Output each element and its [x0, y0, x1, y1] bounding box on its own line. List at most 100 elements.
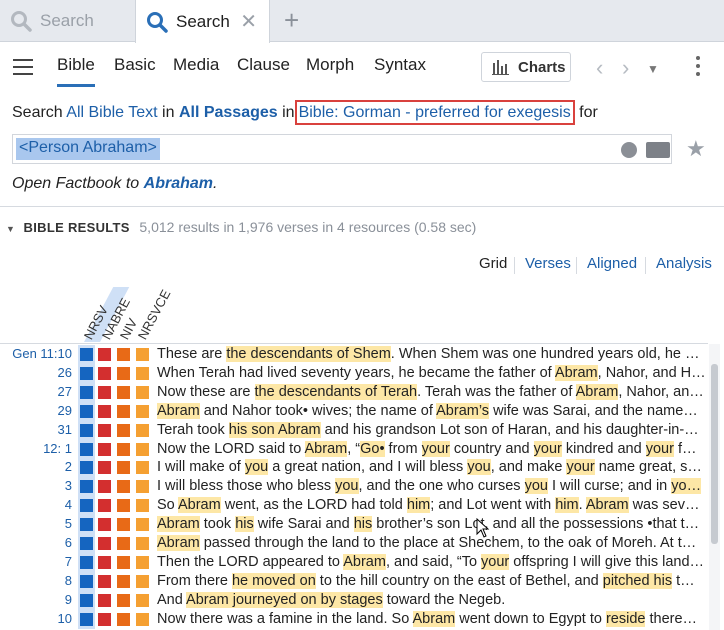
- verse-text[interactable]: Now these are the descendants of Terah. …: [157, 383, 706, 400]
- niv-cell[interactable]: [117, 499, 130, 513]
- verse-reference[interactable]: 7: [65, 554, 72, 569]
- nrsvce-cell[interactable]: [136, 518, 149, 532]
- result-row[interactable]: 29 Abram and Nahor took• wives; the name …: [0, 401, 708, 421]
- nrsv-cell[interactable]: [80, 461, 93, 475]
- tab-media[interactable]: Media: [173, 55, 219, 75]
- factbook-link[interactable]: Abraham: [144, 175, 213, 192]
- new-tab-icon[interactable]: +: [284, 5, 299, 36]
- verse-reference[interactable]: 2: [65, 459, 72, 474]
- menu-icon[interactable]: [13, 59, 33, 75]
- verse-reference[interactable]: 5: [65, 516, 72, 531]
- nrsv-cell[interactable]: [80, 442, 93, 456]
- view-verses[interactable]: Verses: [525, 255, 571, 272]
- verse-text[interactable]: I will bless those who bless you, and th…: [157, 478, 706, 495]
- result-row[interactable]: 8 From there he moved on to the hill coun…: [0, 571, 708, 591]
- verse-reference[interactable]: 10: [58, 611, 72, 626]
- column-header-nrsvce[interactable]: NRSVCE: [135, 287, 174, 342]
- passages-link[interactable]: All Passages: [179, 104, 278, 121]
- nrsv-cell[interactable]: [80, 480, 93, 494]
- nrsvce-cell[interactable]: [136, 574, 149, 588]
- niv-cell[interactable]: [117, 555, 130, 569]
- niv-cell[interactable]: [117, 442, 130, 456]
- tab-search-active[interactable]: Search ✕: [135, 0, 270, 43]
- result-row[interactable]: 6 Abram passed through the land to the pl…: [0, 534, 708, 553]
- verse-text[interactable]: And Abram journeyed on by stages toward …: [157, 591, 706, 608]
- verse-reference[interactable]: 4: [65, 497, 72, 512]
- nabre-cell[interactable]: [98, 442, 111, 456]
- view-aligned[interactable]: Aligned: [587, 255, 637, 272]
- charts-button[interactable]: Charts: [481, 52, 571, 82]
- niv-cell[interactable]: [117, 461, 130, 475]
- nrsvce-cell[interactable]: [136, 385, 149, 399]
- resource-link[interactable]: Bible: Gorman - preferred for exegesis: [299, 104, 571, 121]
- nrsv-cell[interactable]: [80, 593, 93, 607]
- results-header[interactable]: ▼ BIBLE RESULTS 5,012 results in 1,976 v…: [6, 219, 476, 235]
- nabre-cell[interactable]: [98, 480, 111, 494]
- nrsvce-cell[interactable]: [136, 442, 149, 456]
- nabre-cell[interactable]: [98, 499, 111, 513]
- nabre-cell[interactable]: [98, 423, 111, 437]
- result-row[interactable]: 3 I will bless those who bless you, and t…: [0, 477, 708, 497]
- nabre-cell[interactable]: [98, 404, 111, 418]
- forward-arrow-icon[interactable]: ›: [622, 55, 629, 81]
- nabre-cell[interactable]: [98, 574, 111, 588]
- tab-clause[interactable]: Clause: [237, 55, 290, 75]
- nabre-cell[interactable]: [98, 537, 111, 550]
- verse-reference[interactable]: 9: [65, 592, 72, 607]
- verse-text[interactable]: So Abram went, as the LORD had told him;…: [157, 497, 706, 514]
- verse-reference[interactable]: 12: 1: [43, 441, 72, 456]
- nabre-cell[interactable]: [98, 612, 111, 626]
- niv-cell[interactable]: [117, 593, 130, 607]
- result-row[interactable]: 7 Then the LORD appeared to Abram, and sa…: [0, 552, 708, 572]
- tab-basic[interactable]: Basic: [114, 55, 156, 75]
- nabre-cell[interactable]: [98, 518, 111, 532]
- nrsv-cell[interactable]: [80, 404, 93, 418]
- nrsvce-cell[interactable]: [136, 423, 149, 437]
- nabre-cell[interactable]: [98, 385, 111, 399]
- search-scope-link[interactable]: All Bible Text: [66, 104, 157, 121]
- verse-text[interactable]: From there he moved on to the hill count…: [157, 572, 706, 589]
- nrsvce-cell[interactable]: [136, 537, 149, 550]
- niv-cell[interactable]: [117, 574, 130, 588]
- verse-text[interactable]: When Terah had lived seventy years, he b…: [157, 364, 706, 381]
- nabre-cell[interactable]: [98, 461, 111, 475]
- search-input[interactable]: <Person Abraham>: [12, 134, 672, 164]
- niv-cell[interactable]: [117, 423, 130, 437]
- verse-reference[interactable]: 29: [58, 403, 72, 418]
- nrsvce-cell[interactable]: [136, 555, 149, 569]
- verse-reference[interactable]: Gen 11:10: [12, 346, 72, 361]
- tab-bible[interactable]: Bible: [57, 55, 95, 87]
- verse-reference[interactable]: 3: [65, 478, 72, 493]
- close-icon[interactable]: ✕: [240, 9, 257, 34]
- result-row[interactable]: 4 So Abram went, as the LORD had told him…: [0, 496, 708, 516]
- nabre-cell[interactable]: [98, 593, 111, 607]
- result-row[interactable]: 27 Now these are the descendants of Terah…: [0, 382, 708, 402]
- verse-reference[interactable]: 27: [58, 384, 72, 399]
- niv-cell[interactable]: [117, 537, 130, 550]
- verse-text[interactable]: Abram and Nahor took• wives; the name of…: [157, 402, 706, 419]
- result-row[interactable]: Gen 11:10 These are the descendants of Sh…: [0, 345, 708, 364]
- result-row[interactable]: 31 Terah took his son Abram and his grand…: [0, 420, 708, 440]
- nrsv-cell[interactable]: [80, 518, 93, 532]
- go-arrow-icon[interactable]: [621, 142, 637, 158]
- verse-text[interactable]: I will make of you a great nation, and I…: [157, 459, 706, 476]
- result-row[interactable]: 2 I will make of you a great nation, and …: [0, 458, 708, 478]
- result-row[interactable]: 10 Now there was a famine in the land. So…: [0, 609, 708, 629]
- verse-reference[interactable]: 26: [58, 365, 72, 380]
- verse-reference[interactable]: 31: [58, 422, 72, 437]
- nrsvce-cell[interactable]: [136, 593, 149, 607]
- nabre-cell[interactable]: [98, 555, 111, 569]
- nrsv-cell[interactable]: [80, 423, 93, 437]
- verse-text[interactable]: Then the LORD appeared to Abram, and sai…: [157, 553, 706, 570]
- niv-cell[interactable]: [117, 348, 130, 361]
- nrsv-cell[interactable]: [80, 366, 93, 380]
- verse-text[interactable]: Now there was a famine in the land. So A…: [157, 610, 706, 627]
- nrsv-cell[interactable]: [80, 499, 93, 513]
- nrsvce-cell[interactable]: [136, 348, 149, 361]
- result-row[interactable]: 9 And Abram journeyed on by stages toward…: [0, 590, 708, 610]
- nrsvce-cell[interactable]: [136, 480, 149, 494]
- history-dropdown-icon[interactable]: ▼: [647, 62, 659, 76]
- verse-reference[interactable]: 8: [65, 573, 72, 588]
- nrsv-cell[interactable]: [80, 574, 93, 588]
- result-row[interactable]: 26 When Terah had lived seventy years, he…: [0, 363, 708, 383]
